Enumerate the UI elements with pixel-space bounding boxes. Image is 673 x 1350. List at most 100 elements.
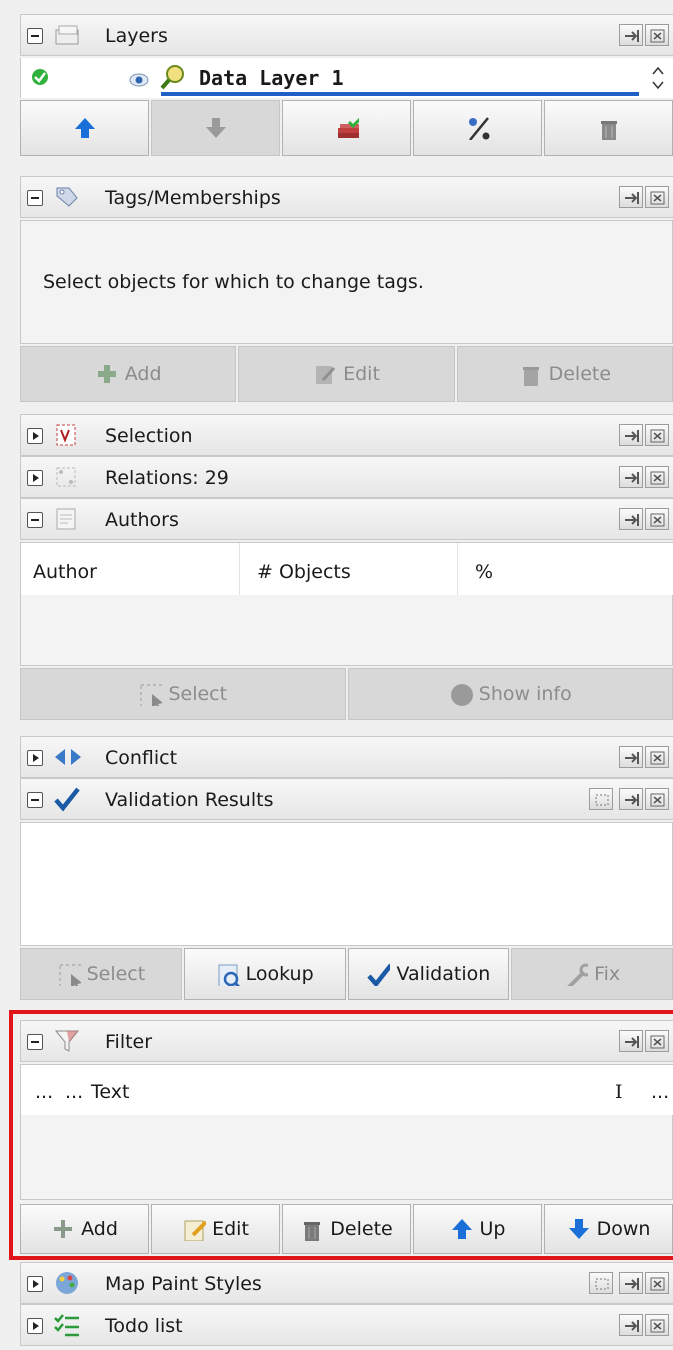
close-icon[interactable]: [645, 24, 669, 46]
panel-title: Todo list: [105, 1315, 183, 1337]
layer-list[interactable]: Data Layer 1: [20, 58, 673, 98]
select-icon: [59, 964, 81, 986]
trash-icon: [600, 121, 617, 140]
dock-icon[interactable]: [619, 1314, 643, 1336]
close-icon[interactable]: [645, 1314, 669, 1336]
column-header-author[interactable]: Author: [33, 561, 97, 583]
close-icon[interactable]: [645, 508, 669, 530]
close-icon[interactable]: [645, 1030, 669, 1052]
plus-icon: [54, 1220, 73, 1238]
settings-icon[interactable]: [589, 788, 613, 810]
collapse-toggle-icon[interactable]: [27, 1034, 43, 1050]
column-header-objects[interactable]: # Objects: [257, 561, 351, 583]
toggle-opacity-button[interactable]: [413, 100, 542, 156]
relations-panel-header[interactable]: Relations: 29: [20, 456, 673, 498]
settings-icon[interactable]: [589, 1272, 613, 1294]
button-label: Add: [124, 363, 162, 385]
dock-icon[interactable]: [619, 466, 643, 488]
filter-delete-button[interactable]: Delete: [282, 1204, 411, 1254]
dock-icon[interactable]: [619, 508, 643, 530]
button-label: Add: [81, 1218, 118, 1240]
authors-toolbar: Select Show info: [20, 668, 673, 720]
tag-add-button[interactable]: Add: [20, 346, 237, 402]
tags-toolbar: Add Edit Delete: [20, 346, 673, 402]
layer-name[interactable]: Data Layer 1: [199, 66, 344, 90]
check-icon: [53, 786, 81, 812]
collapse-toggle-icon[interactable]: [27, 28, 43, 44]
close-icon[interactable]: [645, 186, 669, 208]
filter-add-button[interactable]: Add: [20, 1204, 149, 1254]
close-icon[interactable]: [645, 466, 669, 488]
validation-results-list[interactable]: [20, 822, 673, 946]
validation-panel-header[interactable]: Validation Results: [20, 778, 673, 820]
expand-toggle-icon[interactable]: [27, 1276, 43, 1292]
column-header-hide[interactable]: ...: [65, 1081, 83, 1103]
conflict-panel-header[interactable]: Conflict: [20, 736, 673, 778]
layer-underline: [161, 92, 639, 96]
dock-icon[interactable]: [619, 788, 643, 810]
filter-edit-button[interactable]: Edit: [151, 1204, 280, 1254]
arrow-up-icon: [451, 1219, 472, 1239]
expand-toggle-icon[interactable]: [27, 750, 43, 766]
filter-up-button[interactable]: Up: [413, 1204, 542, 1254]
layers-panel-header[interactable]: Layers: [20, 14, 673, 56]
tag-delete-button[interactable]: Delete: [456, 346, 673, 402]
close-icon[interactable]: [645, 746, 669, 768]
dock-icon[interactable]: [619, 1030, 643, 1052]
expand-toggle-icon[interactable]: [27, 470, 43, 486]
button-label: Validation: [396, 963, 491, 985]
column-header-text[interactable]: Text: [91, 1081, 129, 1103]
arrow-down-icon: [205, 118, 226, 138]
filter-down-button[interactable]: Down: [544, 1204, 673, 1254]
selection-icon: [53, 422, 81, 448]
dock-icon[interactable]: [619, 24, 643, 46]
move-up-button[interactable]: [20, 100, 149, 156]
selection-panel-header[interactable]: Selection: [20, 414, 673, 456]
tags-panel-header[interactable]: Tags/Memberships: [20, 176, 673, 218]
dock-icon[interactable]: [619, 186, 643, 208]
close-icon[interactable]: [645, 788, 669, 810]
filter-table: ... ... Text I ...: [20, 1064, 673, 1200]
collapse-toggle-icon[interactable]: [27, 512, 43, 528]
map-paint-panel-header[interactable]: Map Paint Styles: [20, 1262, 673, 1304]
scroll-arrows-icon[interactable]: [650, 64, 666, 97]
merge-layers-button[interactable]: [282, 100, 411, 156]
percent-icon: [468, 117, 489, 140]
button-label: Select: [168, 683, 228, 705]
move-down-button[interactable]: [151, 100, 280, 156]
dock-icon[interactable]: [619, 424, 643, 446]
fix-button[interactable]: Fix: [511, 948, 673, 1000]
layer-active-check-icon[interactable]: [31, 68, 49, 91]
column-header-percent[interactable]: %: [475, 561, 493, 583]
dock-icon[interactable]: [619, 1272, 643, 1294]
authors-select-button[interactable]: Select: [20, 668, 346, 720]
dock-icon[interactable]: [619, 746, 643, 768]
todo-panel-header[interactable]: Todo list: [20, 1304, 673, 1346]
filter-panel-header[interactable]: Filter: [20, 1020, 673, 1062]
collapse-toggle-icon[interactable]: [27, 792, 43, 808]
arrow-up-icon: [74, 118, 95, 138]
validation-select-button[interactable]: Select: [20, 948, 182, 1000]
column-header-inverted[interactable]: I: [615, 1081, 623, 1103]
delete-layer-button[interactable]: [544, 100, 673, 156]
close-icon[interactable]: [645, 1272, 669, 1294]
layer-visible-eye-icon[interactable]: [129, 70, 149, 92]
collapse-toggle-icon[interactable]: [27, 190, 43, 206]
validation-button[interactable]: Validation: [347, 948, 510, 1000]
column-header-more[interactable]: ...: [651, 1081, 669, 1103]
authors-show-info-button[interactable]: Show info: [347, 668, 673, 720]
button-label: Up: [479, 1218, 506, 1240]
close-icon[interactable]: [645, 424, 669, 446]
tag-edit-button[interactable]: Edit: [238, 346, 455, 402]
expand-toggle-icon[interactable]: [27, 428, 43, 444]
panel-title: Conflict: [105, 747, 178, 769]
arrow-down-icon: [568, 1219, 589, 1239]
merge-icon: [337, 117, 359, 138]
lookup-button[interactable]: Lookup: [183, 948, 346, 1000]
column-header-enabled[interactable]: ...: [35, 1081, 53, 1103]
relations-icon: [53, 464, 81, 490]
filter-toolbar: Add Edit Delete Up Down: [20, 1204, 673, 1254]
expand-toggle-icon[interactable]: [27, 1318, 43, 1334]
lookup-icon: [218, 964, 240, 986]
authors-panel-header[interactable]: Authors: [20, 498, 673, 540]
